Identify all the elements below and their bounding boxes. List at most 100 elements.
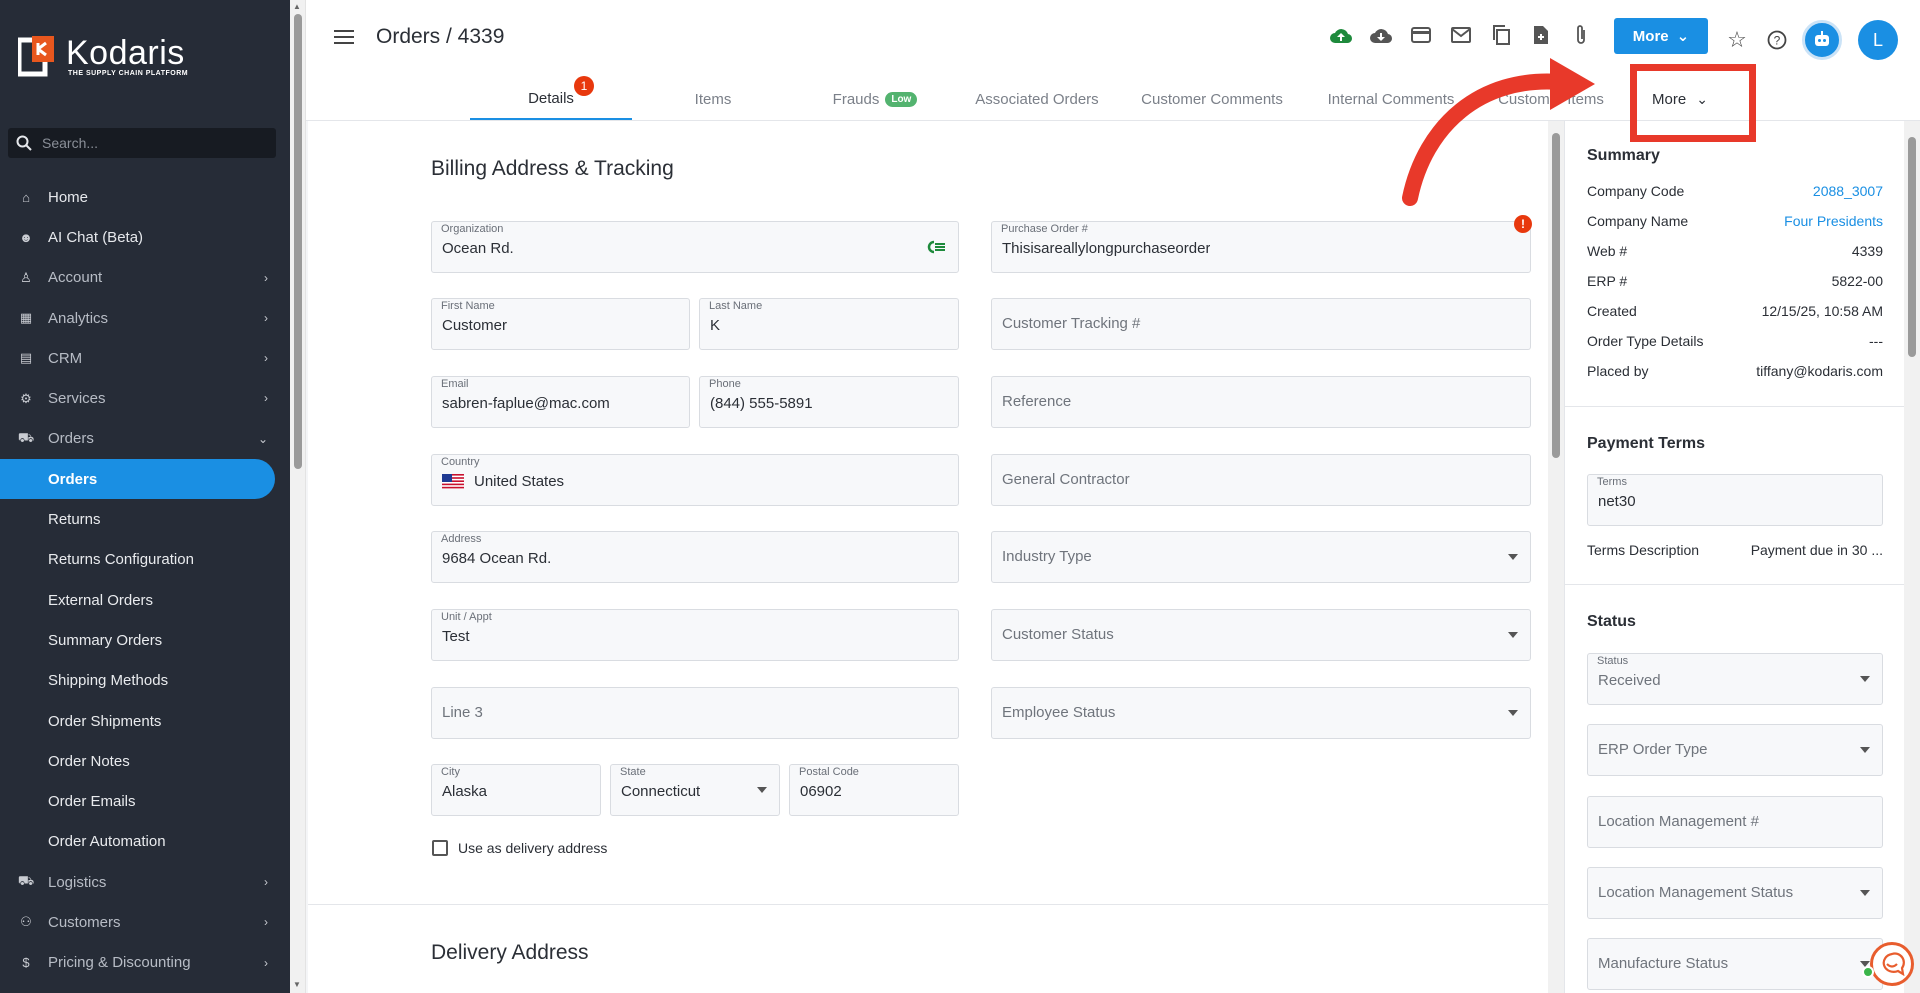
industry-type-select[interactable]: Industry Type (991, 531, 1531, 583)
tab-label: Frauds (832, 90, 880, 108)
fraud-level-badge: Low (885, 91, 918, 107)
country-field[interactable]: Country United States (431, 454, 959, 506)
tab-associated-orders[interactable]: Associated Orders (956, 78, 1118, 120)
paperclip-icon[interactable] (1566, 20, 1596, 50)
truck-icon: ⛟ (17, 429, 35, 445)
dropdown-caret-icon (1860, 890, 1870, 896)
terms-description-value: Payment due in 30 ... (1750, 542, 1883, 558)
search-input[interactable] (42, 135, 262, 151)
reference-field[interactable]: Reference (991, 376, 1531, 428)
postal-code-field[interactable]: Postal Code 06902 (789, 764, 959, 816)
tab-customer-comments[interactable]: Customer Comments (1118, 78, 1306, 120)
tab-details[interactable]: Details 1 (470, 76, 632, 120)
state-select[interactable]: State Connecticut (610, 764, 780, 816)
status-select[interactable]: Status Received (1587, 653, 1883, 705)
sidebar-item-summary-orders[interactable]: Summary Orders (0, 620, 290, 660)
sidebar-item-order-automation[interactable]: Order Automation (0, 822, 290, 862)
scroll-down-icon[interactable]: ▼ (293, 980, 301, 989)
field-label: Status (1597, 655, 1629, 667)
credit-card-icon[interactable] (1406, 20, 1436, 50)
erp-order-type-select[interactable]: ERP Order Type (1587, 724, 1883, 776)
summary-row: ERP # 5822-00 (1587, 273, 1883, 289)
support-chat-button[interactable] (1870, 942, 1914, 986)
chevron-down-icon: ⌄ (257, 431, 268, 446)
purchase-order-field[interactable]: Purchase Order # Thisisareallylongpurcha… (991, 215, 1532, 273)
company-code-link[interactable]: 2088_3007 (1813, 183, 1883, 199)
sidebar: Kodaris THE SUPPLY CHAIN PLATFORM ⌂ Home… (0, 0, 290, 993)
details-error-badge: 1 (574, 76, 594, 96)
sidebar-item-services[interactable]: ⚙ Services › (0, 378, 290, 418)
tab-items[interactable]: Items (632, 78, 794, 120)
field-label: Last Name (709, 300, 763, 312)
scroll-up-icon[interactable]: ▲ (293, 2, 301, 11)
sidebar-item-returns-configuration[interactable]: Returns Configuration (0, 540, 290, 580)
cloud-download-icon[interactable] (1366, 20, 1396, 50)
terms-field[interactable]: Terms net30 (1587, 474, 1883, 526)
summary-value: 12/15/25, 10:58 AM (1761, 303, 1883, 319)
customer-tracking-field[interactable]: Customer Tracking # (991, 298, 1531, 350)
sidebar-item-customers[interactable]: ⚇ Customers › (0, 902, 290, 942)
organization-lookup-icon[interactable] (926, 239, 946, 255)
sidebar-scrollbar[interactable]: ▲ ▼ (290, 0, 306, 993)
use-as-delivery-checkbox[interactable] (432, 840, 448, 856)
sidebar-item-order-emails[interactable]: Order Emails (0, 781, 290, 821)
customer-status-select[interactable]: Customer Status (991, 609, 1531, 661)
location-management-status-select[interactable]: Location Management Status (1587, 867, 1883, 919)
more-actions-button[interactable]: More ⌄ (1614, 18, 1708, 54)
sidebar-item-home[interactable]: ⌂ Home (0, 177, 290, 217)
employee-status-select[interactable]: Employee Status (991, 687, 1531, 739)
first-name-field[interactable]: First Name Customer (431, 298, 690, 350)
sidebar-item-orders-group[interactable]: ⛟ Orders ⌄ (0, 419, 290, 459)
scrollbar-thumb[interactable] (1908, 137, 1916, 357)
sidebar-item-orders[interactable]: Orders (0, 459, 275, 500)
general-contractor-field[interactable]: General Contractor (991, 454, 1531, 506)
people-icon: ⚇ (20, 914, 32, 930)
sidebar-item-returns[interactable]: Returns (0, 499, 290, 539)
sidebar-item-analytics[interactable]: ▦ Analytics › (0, 298, 290, 338)
sidebar-search[interactable] (8, 128, 276, 158)
help-icon[interactable]: ? (1762, 25, 1792, 55)
sidebar-item-order-shipments[interactable]: Order Shipments (0, 701, 290, 741)
line3-field[interactable]: Line 3 (431, 687, 959, 739)
email-field[interactable]: Email sabren-faplue@mac.com (431, 376, 690, 428)
panel-scrollbar[interactable] (1904, 121, 1920, 993)
summary-row: Company Name Four Presidents (1587, 213, 1883, 229)
user-avatar[interactable]: L (1858, 20, 1898, 60)
sidebar-item-label: Orders (48, 470, 98, 488)
sidebar-item-logistics[interactable]: ⛟ Logistics › (0, 862, 290, 902)
last-name-field[interactable]: Last Name K (699, 298, 959, 350)
hamburger-menu-icon[interactable] (334, 29, 354, 45)
sidebar-item-account[interactable]: ♙ Account › (0, 258, 290, 298)
copy-icon[interactable] (1486, 20, 1516, 50)
scrollbar-thumb[interactable] (294, 14, 302, 469)
sidebar-item-shipping-methods[interactable]: Shipping Methods (0, 661, 290, 701)
mail-icon[interactable] (1446, 20, 1476, 50)
state-value: Connecticut (621, 783, 701, 800)
unit-field[interactable]: Unit / Appt Test (431, 609, 959, 661)
sidebar-item-crm[interactable]: ▤ CRM › (0, 338, 290, 378)
dropdown-caret-icon (1860, 676, 1870, 682)
sidebar-item-pricing[interactable]: $ Pricing & Discounting › (0, 943, 290, 983)
add-document-icon[interactable] (1526, 20, 1556, 50)
ai-assistant-button[interactable] (1802, 20, 1842, 60)
cloud-upload-icon[interactable] (1326, 20, 1356, 50)
address-field[interactable]: Address 9684 Ocean Rd. (431, 531, 959, 583)
main-scrollbar[interactable] (1548, 121, 1564, 993)
sidebar-item-order-notes[interactable]: Order Notes (0, 741, 290, 781)
sidebar-item-ai-chat[interactable]: ☻ AI Chat (Beta) (0, 217, 290, 257)
manufacture-status-select[interactable]: Manufacture Status (1587, 938, 1883, 990)
phone-field[interactable]: Phone (844) 555-5891 (699, 376, 959, 428)
city-field[interactable]: City Alaska (431, 764, 601, 816)
location-management-field[interactable]: Location Management # (1587, 796, 1883, 848)
chat-icon (1882, 952, 1905, 976)
sidebar-item-label: Order Automation (48, 833, 166, 851)
organization-field[interactable]: Organization Ocean Rd. (431, 221, 959, 273)
company-name-link[interactable]: Four Presidents (1784, 213, 1883, 229)
field-label: State (620, 766, 646, 778)
kodaris-logo[interactable]: Kodaris THE SUPPLY CHAIN PLATFORM (18, 34, 188, 78)
tab-frauds[interactable]: Frauds Low (794, 78, 956, 120)
sidebar-item-external-orders[interactable]: External Orders (0, 580, 290, 620)
field-label: Organization (441, 223, 504, 235)
use-as-delivery-row[interactable]: Use as delivery address (432, 840, 607, 856)
star-icon[interactable]: ☆ (1722, 25, 1752, 55)
